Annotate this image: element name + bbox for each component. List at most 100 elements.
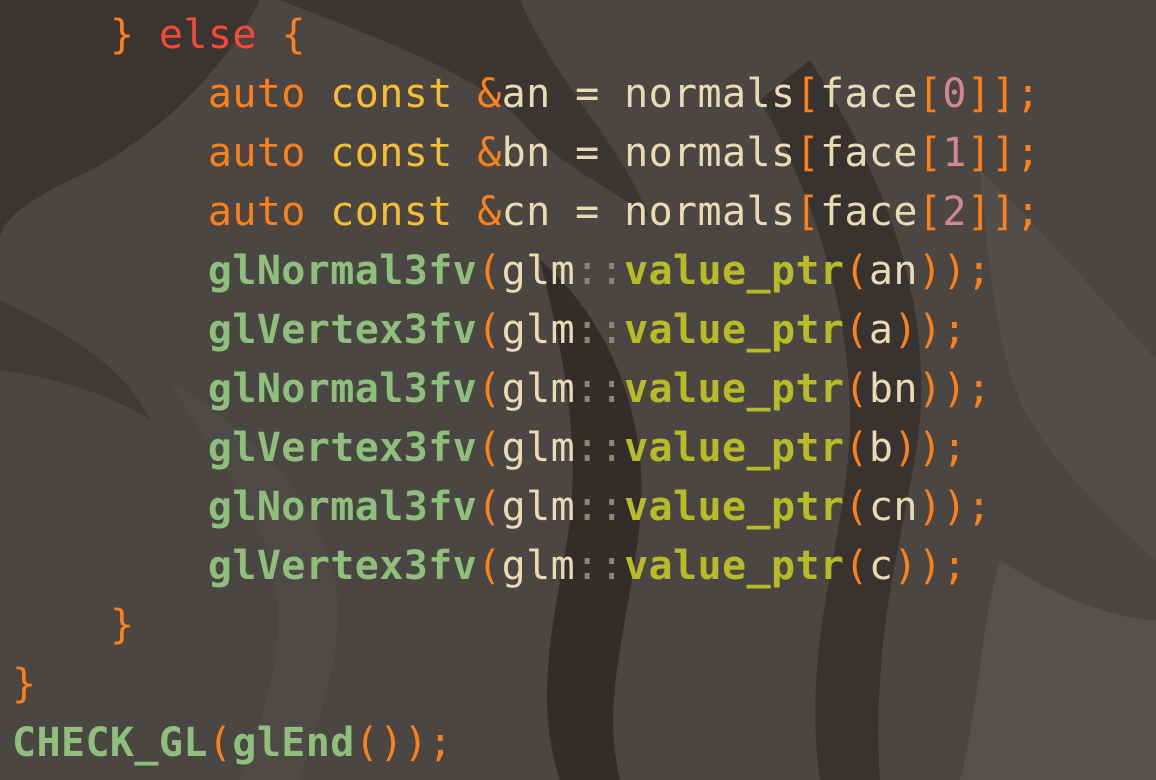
code-token: ( bbox=[844, 248, 869, 294]
code-token: glNormal3fv bbox=[207, 248, 478, 294]
code-token: face bbox=[819, 130, 918, 176]
code-token: value_ptr bbox=[624, 484, 845, 530]
code-token: else bbox=[158, 12, 257, 58]
code-token: const bbox=[330, 71, 453, 117]
code-token: value_ptr bbox=[624, 307, 845, 353]
code-token: c bbox=[868, 543, 894, 589]
code-token: face bbox=[819, 189, 918, 235]
code-token: & bbox=[477, 71, 502, 117]
code-token: ( bbox=[477, 307, 502, 353]
code-line: } else { bbox=[12, 6, 306, 65]
code-token: an bbox=[501, 71, 551, 117]
code-token: :: bbox=[575, 543, 625, 589]
code-token: ; bbox=[942, 425, 967, 471]
code-token: [ bbox=[795, 189, 820, 235]
code-token: = bbox=[575, 189, 600, 235]
code-token: )) bbox=[893, 307, 943, 353]
code-token: face bbox=[819, 71, 918, 117]
code-token: } bbox=[12, 661, 37, 707]
code-token: glNormal3fv bbox=[207, 484, 478, 530]
code-token: ]] bbox=[966, 130, 1016, 176]
code-token: ; bbox=[1015, 71, 1041, 117]
code-line: glNormal3fv(glm::value_ptr(cn)); bbox=[12, 478, 991, 537]
code-token: normals bbox=[624, 71, 796, 117]
code-line: glVertex3fv(glm::value_ptr(b)); bbox=[12, 419, 967, 478]
code-token: :: bbox=[575, 307, 625, 353]
code-token: :: bbox=[575, 366, 625, 412]
code-token: ]] bbox=[966, 71, 1016, 117]
code-token: ; bbox=[966, 366, 992, 412]
code-line: glNormal3fv(glm::value_ptr(an)); bbox=[12, 242, 991, 301]
code-token: glm bbox=[501, 307, 576, 353]
code-token: & bbox=[477, 130, 502, 176]
code-token: glNormal3fv bbox=[207, 366, 478, 412]
code-token: :: bbox=[575, 484, 625, 530]
code-token: { bbox=[281, 12, 306, 58]
code-token: )) bbox=[917, 248, 967, 294]
code-token: glm bbox=[501, 366, 576, 412]
code-token: ; bbox=[1015, 189, 1041, 235]
code-token: } bbox=[109, 602, 135, 648]
code-token: ( bbox=[477, 543, 502, 589]
code-token: )) bbox=[917, 366, 967, 412]
code-editor[interactable]: } else { auto const &an = normals[face[0… bbox=[0, 0, 1156, 780]
code-line: auto const &cn = normals[face[2]]; bbox=[12, 183, 1040, 242]
code-line: glNormal3fv(glm::value_ptr(bn)); bbox=[12, 360, 991, 419]
code-token: ()) bbox=[354, 720, 429, 766]
code-token: ; bbox=[966, 484, 992, 530]
code-line: CHECK_GL(glEnd()); bbox=[12, 714, 453, 773]
code-line: } bbox=[12, 596, 134, 655]
code-token: } bbox=[109, 12, 135, 58]
code-token: glm bbox=[501, 543, 576, 589]
code-token: ; bbox=[942, 543, 967, 589]
code-token: auto bbox=[207, 71, 306, 117]
code-token: value_ptr bbox=[624, 366, 845, 412]
code-token: ; bbox=[428, 720, 453, 766]
code-token: glVertex3fv bbox=[207, 543, 478, 589]
code-token: ( bbox=[477, 366, 502, 412]
code-token: normals bbox=[624, 130, 796, 176]
code-token: ( bbox=[477, 484, 502, 530]
code-token: value_ptr bbox=[624, 543, 845, 589]
code-line: glVertex3fv(glm::value_ptr(a)); bbox=[12, 301, 967, 360]
code-token: value_ptr bbox=[624, 425, 845, 471]
code-line: auto const &bn = normals[face[1]]; bbox=[12, 124, 1040, 183]
code-token: ( bbox=[477, 248, 502, 294]
code-token: cn bbox=[868, 484, 918, 530]
code-token: [ bbox=[917, 189, 943, 235]
code-token: auto bbox=[207, 130, 306, 176]
code-token: ( bbox=[844, 543, 869, 589]
code-token: [ bbox=[917, 130, 943, 176]
code-token: 2 bbox=[942, 189, 967, 235]
code-token: b bbox=[868, 425, 894, 471]
code-token: )) bbox=[893, 543, 943, 589]
code-line: } bbox=[12, 655, 36, 714]
code-token: ( bbox=[844, 484, 869, 530]
code-token: ; bbox=[1015, 130, 1041, 176]
code-token: value_ptr bbox=[624, 248, 845, 294]
code-token: :: bbox=[575, 425, 625, 471]
code-token: = bbox=[575, 71, 600, 117]
